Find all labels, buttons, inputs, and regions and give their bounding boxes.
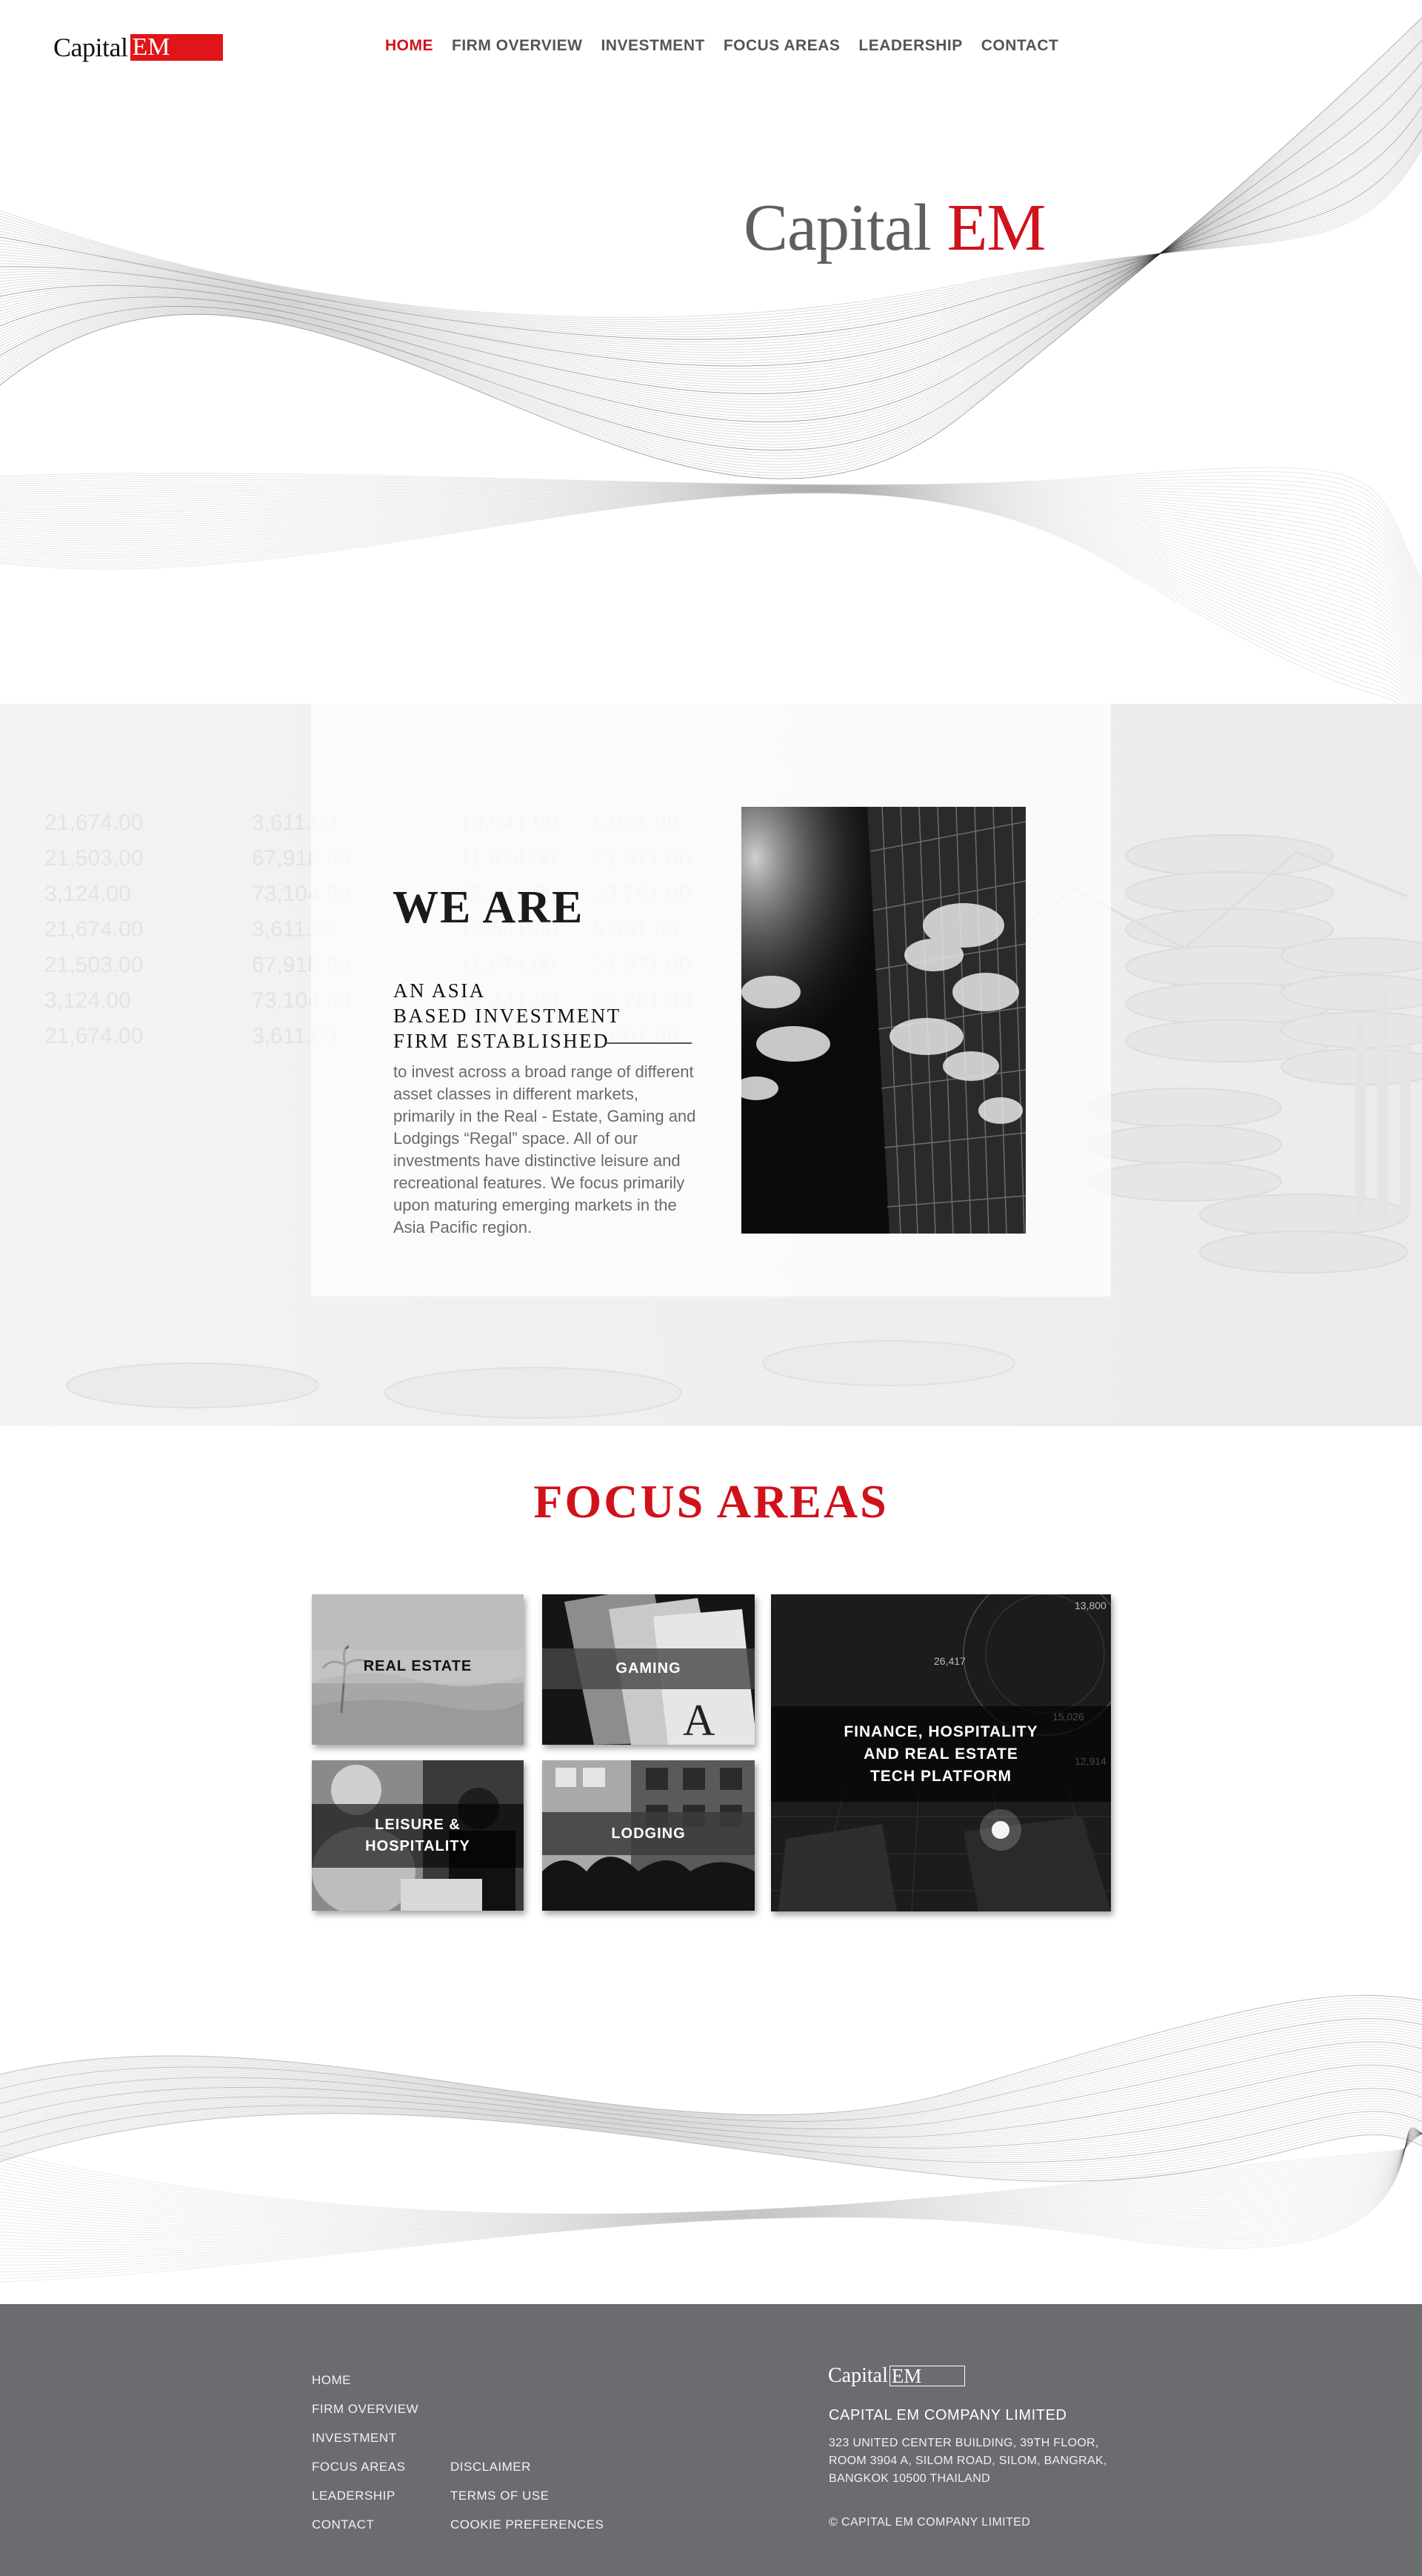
footer-link-investment[interactable]: INVESTMENT [312, 2431, 397, 2446]
bg-number: 21,674.00 [44, 917, 143, 942]
wave-line [0, 490, 1422, 684]
bg-number: 21,674.00 [44, 811, 143, 835]
wave-line [0, 492, 1422, 716]
wave-line [0, 487, 1422, 648]
wave-line [0, 490, 1422, 697]
svg-text:A: A [683, 1696, 715, 1745]
weare-title: WE ARE [393, 882, 584, 933]
footer-logo-word: Capital [828, 2364, 888, 2387]
footer-address: 323 UNITED CENTER BUILDING, 39TH FLOOR, … [829, 2437, 1107, 2485]
bg-number: 21,503.00 [44, 953, 143, 977]
hero-title: Capital EM [744, 190, 1046, 266]
weare-subtitle-line: AN ASIA [393, 979, 486, 1002]
footer-logo[interactable]: Capital EM [828, 2364, 965, 2387]
weare-subtitle: AN ASIA BASED INVESTMENT FIRM ESTABLISHE… [393, 978, 621, 1054]
bg-number: 21,503.00 [44, 846, 143, 871]
wave-line [0, 486, 1422, 625]
wave-line [0, 487, 1422, 645]
tile-lodging[interactable]: LODGING [542, 1760, 755, 1911]
weare-subtitle-line: BASED INVESTMENT [393, 1005, 621, 1027]
chart-tick-label: 26,417 [934, 1655, 966, 1667]
footer-link-leadership[interactable]: LEADERSHIP [312, 2489, 395, 2503]
tile-leisure-hospitality[interactable]: LEISURE & HOSPITALITY [312, 1760, 524, 1911]
bg-number: 21,674.00 [44, 1024, 143, 1048]
tile-label: FINANCE, HOSPITALITY AND REAL ESTATE TEC… [771, 1706, 1111, 1802]
hero-title-word: Capital [744, 191, 932, 264]
hero-title-mark: EM [947, 191, 1046, 264]
footer-logo-mark: EM [889, 2366, 965, 2386]
footer-link-cookie-preferences[interactable]: COOKIE PREFERENCES [450, 2517, 604, 2532]
weare-body: to invest across a broad range of differ… [393, 1062, 696, 1237]
footer-link-contact[interactable]: CONTACT [312, 2517, 374, 2532]
tile-label: LODGING [542, 1812, 755, 1855]
bg-number: 3,124.00 [44, 988, 131, 1013]
hero-wave-lines [0, 17, 1422, 727]
tile-real-estate[interactable]: REAL ESTATE [312, 1594, 524, 1745]
site-footer [0, 2304, 1422, 2576]
footer-link-terms-of-use[interactable]: TERMS OF USE [450, 2489, 550, 2503]
building-photo [741, 807, 1026, 1234]
tile-finance[interactable]: 26,41713,80012,91415,026 FINANCE, HOSPIT… [771, 1594, 1111, 1911]
wave-line [0, 104, 1422, 370]
footer-company-name: CAPITAL EM COMPANY LIMITED [829, 2407, 1067, 2423]
wave-line [0, 487, 1422, 634]
wave-line [0, 488, 1422, 657]
footer-link-firm-overview[interactable]: FIRM OVERVIEW [312, 2402, 418, 2417]
footer-wave-lines [0, 1994, 1422, 2283]
weare-subtitle-line: FIRM ESTABLISHED [393, 1030, 610, 1052]
focus-areas-heading: FOCUS AREAS [533, 1475, 889, 1528]
bg-number: 3,124.00 [44, 882, 131, 906]
footer-link-disclaimer[interactable]: DISCLAIMER [450, 2460, 531, 2475]
chart-tick-label: 13,800 [1075, 1600, 1106, 1611]
footer-copyright: © CAPITAL EM COMPANY LIMITED [829, 2516, 1031, 2529]
footer-link-focus-areas[interactable]: FOCUS AREAS [312, 2460, 405, 2475]
tile-label: REAL ESTATE [312, 1649, 524, 1683]
tile-gaming[interactable]: A GAMING [542, 1594, 755, 1745]
wave-line [0, 491, 1422, 704]
skyscraper-image [741, 807, 1026, 1234]
wave-line [0, 490, 1422, 677]
wave-line [0, 489, 1422, 664]
footer-link-home[interactable]: HOME [312, 2373, 351, 2388]
weare-divider [606, 1042, 692, 1044]
tile-label: GAMING [542, 1648, 755, 1689]
tile-label: LEISURE & HOSPITALITY [312, 1804, 524, 1868]
wave-line [0, 2003, 1422, 2117]
